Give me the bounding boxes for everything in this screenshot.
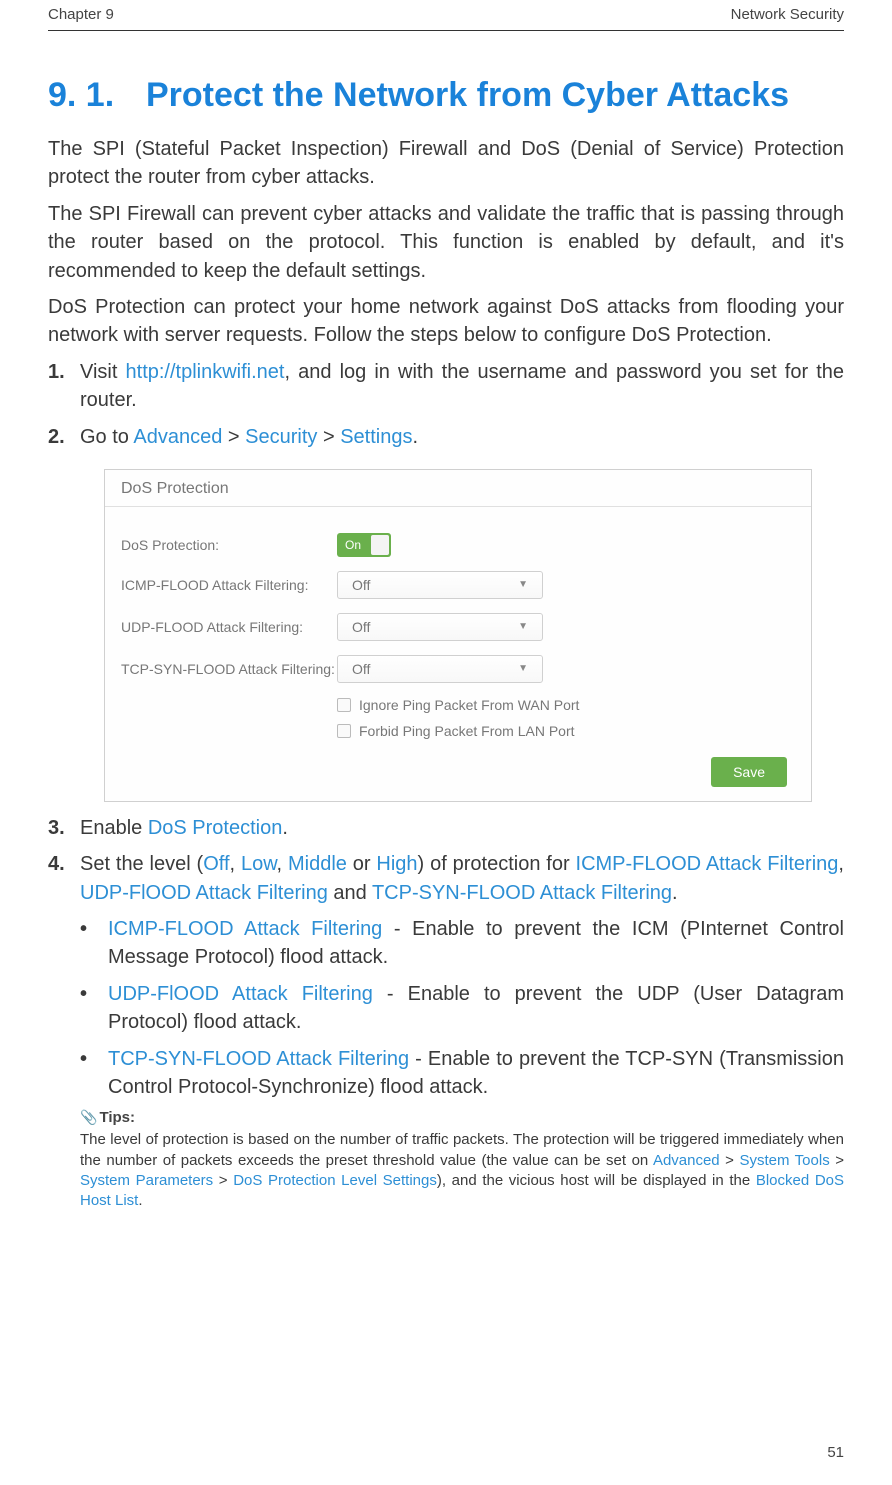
bullet-udp: • UDP-FlOOD Attack Filtering - Enable to… [80,980,844,1037]
forbid-ping-lan-checkbox[interactable] [337,724,351,738]
page-header: Chapter 9 Network Security [48,6,844,23]
bullet-tcp: • TCP-SYN-FLOOD Attack Filtering - Enabl… [80,1045,844,1102]
bullet-body: TCP-SYN-FLOOD Attack Filtering - Enable … [108,1045,844,1102]
tcp-label: TCP-SYN-FLOOD Attack Filtering: [121,661,337,677]
step-2: 2. Go to Advanced > Security > Settings. [48,423,844,451]
udp-select[interactable]: Off ▼ [337,613,543,641]
filter-icmp: ICMP-FLOOD Attack Filtering [576,853,839,875]
heading-title: Protect the Network from Cyber Attacks [146,76,789,114]
step-number: 3. [48,814,80,842]
tplink-url-link[interactable]: http://tplinkwifi.net [126,361,285,383]
panel-body: DoS Protection: On ICMP-FLOOD Attack Fil… [105,507,811,801]
tips-nav-dos-level: DoS Protection Level Settings [233,1172,437,1189]
filter-tcp: TCP-SYN-FLOOD Attack Filtering [372,882,672,904]
tips-body: The level of protection is based on the … [80,1130,844,1211]
panel-title: DoS Protection [105,470,811,507]
icmp-select[interactable]: Off ▼ [337,571,543,599]
nav-security: Security [245,426,317,448]
icmp-row: ICMP-FLOOD Attack Filtering: Off ▼ [121,571,795,599]
step-body: Visit http://tplinkwifi.net, and log in … [80,358,844,415]
step-3: 3. Enable DoS Protection. [48,814,844,842]
tcp-term: TCP-SYN-FLOOD Attack Filtering [108,1048,409,1070]
dos-protection-term: DoS Protection [148,817,283,839]
tips-nav-advanced: Advanced [653,1152,720,1169]
dos-toggle-row: DoS Protection: On [121,533,795,557]
step-number: 1. [48,358,80,415]
tips-nav-system-tools: System Tools [739,1152,829,1169]
header-divider [48,30,844,31]
udp-row: UDP-FLOOD Attack Filtering: Off ▼ [121,613,795,641]
bullet-body: UDP-FlOOD Attack Filtering - Enable to p… [108,980,844,1037]
tips-header: 📎Tips: [80,1109,844,1126]
tcp-row: TCP-SYN-FLOOD Attack Filtering: Off ▼ [121,655,795,683]
step-body: Set the level (Off, Low, Middle or High)… [80,850,844,907]
step-1: 1. Visit http://tplinkwifi.net, and log … [48,358,844,415]
save-row: Save [121,749,795,787]
section-label: Network Security [731,6,844,23]
icmp-label: ICMP-FLOOD Attack Filtering: [121,577,337,593]
chevron-down-icon: ▼ [518,579,528,590]
tips-label: Tips: [99,1109,135,1126]
step-number: 2. [48,423,80,451]
select-value: Off [352,619,370,635]
tips-nav-system-parameters: System Parameters [80,1172,213,1189]
toggle-knob [371,535,389,555]
udp-label: UDP-FLOOD Attack Filtering: [121,619,337,635]
intro-paragraph-2: The SPI Firewall can prevent cyber attac… [48,200,844,285]
ignore-ping-wan-checkbox[interactable] [337,698,351,712]
paperclip-icon: 📎 [80,1109,97,1126]
step-number: 4. [48,850,80,907]
intro-paragraph-3: DoS Protection can protect your home net… [48,293,844,350]
forbid-ping-lan-label: Forbid Ping Packet From LAN Port [359,723,575,739]
toggle-state-text: On [345,538,361,552]
heading-number: 9. 1. [48,76,146,115]
dos-protection-panel: DoS Protection DoS Protection: On ICMP-F… [104,469,812,802]
select-value: Off [352,661,370,677]
intro-paragraph-1: The SPI (Stateful Packet Inspection) Fir… [48,135,844,192]
chapter-label: Chapter 9 [48,6,114,23]
step-4: 4. Set the level (Off, Low, Middle or Hi… [48,850,844,907]
level-middle: Middle [288,853,347,875]
chevron-down-icon: ▼ [518,621,528,632]
select-value: Off [352,577,370,593]
dos-protection-toggle[interactable]: On [337,533,391,557]
udp-term: UDP-FlOOD Attack Filtering [108,983,373,1005]
filter-udp: UDP-FlOOD Attack Filtering [80,882,328,904]
nav-settings: Settings [340,426,412,448]
icmp-term: ICMP-FLOOD Attack Filtering [108,918,382,940]
bullet-icon: • [80,1045,108,1102]
section-heading: 9. 1.Protect the Network from Cyber Atta… [48,76,844,115]
bullet-body: ICMP-FLOOD Attack Filtering - Enable to … [108,915,844,972]
step-body: Go to Advanced > Security > Settings. [80,423,844,451]
ignore-ping-wan-row: Ignore Ping Packet From WAN Port [337,697,795,713]
forbid-ping-lan-row: Forbid Ping Packet From LAN Port [337,723,795,739]
dos-protection-label: DoS Protection: [121,537,337,553]
save-button[interactable]: Save [711,757,787,787]
page-content: 9. 1.Protect the Network from Cyber Atta… [48,0,844,1211]
bullet-icon: • [80,915,108,972]
step-body: Enable DoS Protection. [80,814,844,842]
chevron-down-icon: ▼ [518,663,528,674]
level-high: High [376,853,417,875]
tips-block: 📎Tips: The level of protection is based … [80,1109,844,1211]
tcp-select[interactable]: Off ▼ [337,655,543,683]
level-off: Off [203,853,229,875]
nav-advanced: Advanced [133,426,222,448]
bullet-icmp: • ICMP-FLOOD Attack Filtering - Enable t… [80,915,844,972]
page-number: 51 [827,1444,844,1461]
bullet-icon: • [80,980,108,1037]
level-low: Low [241,853,277,875]
bullet-list: • ICMP-FLOOD Attack Filtering - Enable t… [80,915,844,1101]
ignore-ping-wan-label: Ignore Ping Packet From WAN Port [359,697,579,713]
